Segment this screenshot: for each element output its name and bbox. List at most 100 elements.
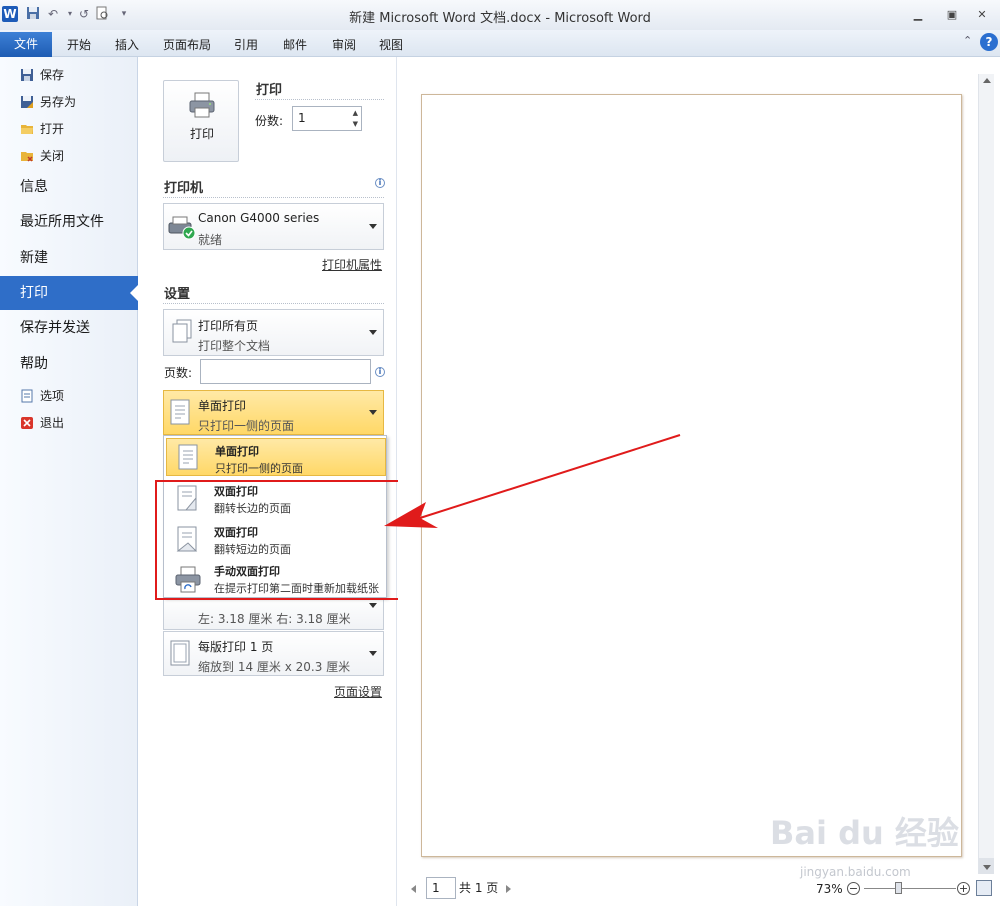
chevron-down-icon xyxy=(369,603,377,608)
tab-file[interactable]: 文件 xyxy=(0,32,52,57)
margins-summary: 左: 3.18 厘米 右: 3.18 厘米 xyxy=(198,612,351,626)
duplex-dropdown[interactable]: 单面打印 只打印一侧的页面 xyxy=(163,390,384,435)
zoom-out-icon[interactable]: − xyxy=(847,882,860,895)
nav-item-label: 退出 xyxy=(40,416,65,430)
nav-item-label: 关闭 xyxy=(40,149,65,163)
nav-item-info[interactable]: 信息 xyxy=(0,170,138,204)
chevron-down-icon xyxy=(369,329,377,335)
divider xyxy=(255,99,384,100)
close-folder-icon xyxy=(21,152,33,162)
pages-per-sheet-subtitle: 缩放到 14 厘米 x 20.3 厘米 xyxy=(198,660,351,674)
settings-section-title: 设置 xyxy=(164,287,191,302)
save-as-icon xyxy=(21,96,33,108)
tab-view[interactable]: 视图 xyxy=(378,34,404,56)
zoom-to-page-icon[interactable] xyxy=(976,880,992,896)
next-page-icon[interactable] xyxy=(506,885,511,893)
print-range-dropdown[interactable]: 打印所有页 打印整个文档 xyxy=(163,309,384,356)
page-setup-link[interactable]: 页面设置 xyxy=(334,683,382,700)
zoom-level[interactable]: 73% xyxy=(816,882,843,896)
nav-item-label: 打印 xyxy=(20,285,48,301)
maximize-icon[interactable]: ▣ xyxy=(940,6,964,24)
annotation-arrow-icon xyxy=(384,434,681,528)
duplex-title: 单面打印 xyxy=(198,399,247,413)
divider xyxy=(163,197,384,198)
zoom-slider[interactable] xyxy=(864,888,956,889)
divider xyxy=(163,303,384,304)
close-icon[interactable]: ✕ xyxy=(970,6,994,24)
options-icon xyxy=(21,389,33,403)
save-icon xyxy=(21,69,33,81)
ribbon-tabs: 文件 开始 插入 页面布局 引用 邮件 审阅 视图 xyxy=(0,30,1000,57)
print-range-subtitle: 打印整个文档 xyxy=(198,339,271,353)
help-icon[interactable]: ? xyxy=(980,33,998,51)
printer-name: Canon G4000 series xyxy=(198,211,320,225)
printer-dropdown[interactable]: Canon G4000 series 就绪 xyxy=(163,203,384,250)
one-page-per-sheet-icon xyxy=(170,640,190,666)
decrement-icon[interactable]: ▼ xyxy=(353,120,358,128)
print-button-label: 打印 xyxy=(189,127,214,141)
tab-mailings[interactable]: 邮件 xyxy=(282,34,308,56)
exit-icon xyxy=(21,417,33,429)
baidu-watermark-url: jingyan.baidu.com xyxy=(800,865,911,879)
pages-label: 页数: xyxy=(164,366,193,380)
chevron-down-icon xyxy=(369,223,377,229)
chevron-down-icon xyxy=(369,409,377,415)
window-title: 新建 Microsoft Word 文档.docx - Microsoft Wo… xyxy=(349,11,651,26)
duplex-subtitle: 只打印一侧的页面 xyxy=(198,419,295,433)
single-sided-icon xyxy=(170,399,190,425)
title-bar: W ↶ ▾ ↺ ▾ 新建 Microsoft Word 文档.docx - Mi… xyxy=(0,0,1000,30)
nav-item-label: 另存为 xyxy=(40,95,77,109)
minimize-icon[interactable]: ▁ xyxy=(906,6,930,24)
zoom-slider-thumb[interactable] xyxy=(895,882,903,894)
prev-page-icon[interactable] xyxy=(411,885,416,893)
print-section-title: 打印 xyxy=(256,83,283,98)
printer-icon xyxy=(189,92,215,118)
chevron-down-icon xyxy=(369,650,377,656)
pages-per-sheet-dropdown[interactable]: 每版打印 1 页 缩放到 14 厘米 x 20.3 厘米 xyxy=(163,631,384,676)
printer-properties-link[interactable]: 打印机属性 xyxy=(322,256,382,273)
nav-item-help[interactable]: 帮助 xyxy=(0,347,138,381)
increment-icon[interactable]: ▲ xyxy=(353,109,358,117)
info-icon[interactable]: i xyxy=(375,367,385,377)
all-pages-icon xyxy=(172,319,192,343)
single-sided-icon xyxy=(178,444,198,470)
tab-page-layout[interactable]: 页面布局 xyxy=(162,34,212,56)
zoom-in-icon[interactable]: + xyxy=(957,882,970,895)
printer-section-title: 打印机 xyxy=(164,181,204,196)
info-icon[interactable]: i xyxy=(375,178,385,188)
total-pages: 共 1 页 xyxy=(459,881,499,895)
nav-item-print[interactable]: 打印 xyxy=(0,276,139,310)
scroll-up-icon[interactable] xyxy=(983,78,991,83)
current-page-input[interactable]: 1 xyxy=(426,877,456,899)
tab-review[interactable]: 审阅 xyxy=(331,34,357,56)
margins-dropdown[interactable]: 左: 3.18 厘米 右: 3.18 厘米 xyxy=(163,596,384,630)
minimize-ribbon-icon[interactable]: ⌃ xyxy=(963,34,972,47)
printer-ready-icon xyxy=(168,216,196,240)
copies-label: 份数: xyxy=(255,114,284,128)
print-range-title: 打印所有页 xyxy=(198,319,259,333)
tab-insert[interactable]: 插入 xyxy=(114,34,140,56)
tab-references[interactable]: 引用 xyxy=(233,34,259,56)
tab-home[interactable]: 开始 xyxy=(66,34,92,56)
nav-item-label: 保存 xyxy=(40,68,65,82)
nav-item-label: 选项 xyxy=(40,389,65,403)
pages-input[interactable] xyxy=(200,359,371,384)
copies-value: 1 xyxy=(298,111,306,125)
open-folder-icon xyxy=(21,125,33,134)
print-button[interactable]: 打印 xyxy=(163,80,239,162)
nav-item-recent[interactable]: 最近所用文件 xyxy=(0,205,138,239)
copies-stepper[interactable]: 1 ▲ ▼ xyxy=(292,106,362,131)
active-pointer-icon xyxy=(130,284,139,302)
pages-per-sheet-title: 每版打印 1 页 xyxy=(198,640,274,654)
baidu-watermark: Bai du 经验 xyxy=(770,814,959,852)
menu-item-single-sided[interactable]: 单面打印 只打印一侧的页面 xyxy=(166,438,386,476)
scroll-down-icon[interactable] xyxy=(983,865,991,870)
nav-item-save-send[interactable]: 保存并发送 xyxy=(0,311,138,345)
nav-item-label: 打开 xyxy=(40,122,65,136)
menu-item-title: 单面打印 xyxy=(215,445,259,458)
printer-status: 就绪 xyxy=(198,233,223,247)
annotation-highlight-box xyxy=(155,480,413,600)
backstage-nav: 保存 另存为 打开 关闭 信息 最近所用文件 新建 打印 保存并发送 帮助 选项… xyxy=(0,57,139,906)
nav-item-new[interactable]: 新建 xyxy=(0,241,138,275)
vertical-scrollbar[interactable] xyxy=(978,74,994,874)
